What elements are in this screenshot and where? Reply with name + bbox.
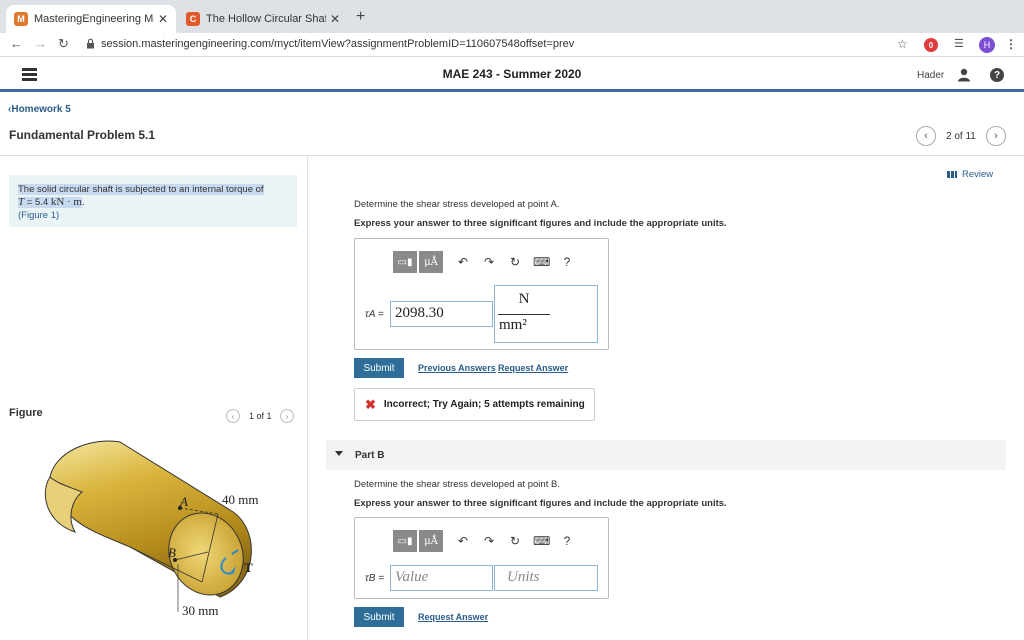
problem-title: Fundamental Problem 5.1 xyxy=(9,128,156,142)
new-tab-button[interactable]: + xyxy=(356,8,365,26)
browser-tab-hollow-shaft[interactable]: C The Hollow Circular Shaft Is Su ✕ xyxy=(178,5,348,33)
keyboard-icon[interactable]: ⌨ xyxy=(533,534,550,548)
adblock-icon[interactable]: 0 xyxy=(924,38,938,52)
reload-icon[interactable]: ↻ xyxy=(58,36,69,52)
back-link-label: Homework 5 xyxy=(11,104,71,115)
review-icon xyxy=(947,171,957,178)
toolbar-help-icon[interactable]: ? xyxy=(559,255,575,269)
header-divider xyxy=(0,155,1024,156)
previous-answers-link[interactable]: Previous Answers xyxy=(418,363,496,373)
undo-icon[interactable]: ↶ xyxy=(455,255,471,269)
problem-statement: The solid circular shaft is subjected to… xyxy=(9,175,297,227)
chegg-favicon-icon: C xyxy=(186,12,200,26)
part-b-question: Determine the shear stress developed at … xyxy=(354,479,560,490)
collapse-triangle-icon xyxy=(335,451,343,456)
prev-figure-button[interactable]: ‹ xyxy=(226,409,240,423)
part-a-toolbar: ▭▮ μÅ ↶ ↷ ↻ ⌨ ? xyxy=(393,251,603,273)
redo-icon[interactable]: ↷ xyxy=(481,255,497,269)
tab-title: The Hollow Circular Shaft Is Su xyxy=(206,13,326,25)
fraction-bar xyxy=(498,314,550,315)
part-b-header[interactable]: Part B xyxy=(326,440,1006,470)
problem-pager-text: 2 of 11 xyxy=(946,131,976,142)
point-a-label: A xyxy=(179,494,188,509)
homework-back-link[interactable]: ‹Homework 5 xyxy=(8,104,71,115)
user-name[interactable]: Hader xyxy=(917,70,944,81)
browser-menu-icon[interactable]: ⋮ xyxy=(1005,37,1017,51)
part-a-value-input[interactable]: 2098.30 xyxy=(390,301,493,327)
browser-tab-mastering[interactable]: M MasteringEngineering Masterin ✕ xyxy=(6,5,176,33)
part-a-request-answer-link[interactable]: Request Answer xyxy=(498,363,568,373)
course-title: MAE 243 - Summer 2020 xyxy=(442,67,582,81)
unit-denominator: mm² xyxy=(499,317,527,333)
torque-unit: kN · m xyxy=(50,196,82,208)
forward-arrow-icon[interactable]: → xyxy=(34,36,47,51)
part-a-variable-label: τA = xyxy=(365,309,384,320)
part-b-units-input[interactable]: Units xyxy=(494,565,598,591)
part-a-question: Determine the shear stress developed at … xyxy=(354,199,560,210)
url-input[interactable]: session.masteringengineering.com/myct/it… xyxy=(101,38,574,50)
profile-avatar[interactable]: H xyxy=(979,37,995,53)
part-a-units-input[interactable]: N mm² xyxy=(494,285,598,343)
app-header: MAE 243 - Summer 2020 Hader ? xyxy=(0,58,1024,92)
part-a-feedback: ✖ Incorrect; Try Again; 5 attempts remai… xyxy=(354,388,595,421)
reset-icon[interactable]: ↻ xyxy=(507,534,523,548)
part-a-instruction: Express your answer to three significant… xyxy=(354,218,727,229)
inner-dimension-label: 30 mm xyxy=(182,603,218,618)
close-tab-icon[interactable]: ✕ xyxy=(158,12,168,26)
symbols-button[interactable]: μÅ xyxy=(419,530,443,552)
bookmark-star-icon[interactable]: ☆ xyxy=(897,37,908,51)
point-b-label: B xyxy=(168,545,176,560)
shaft-body xyxy=(44,440,252,598)
review-label: Review xyxy=(962,169,994,180)
torque-label: T xyxy=(244,560,253,575)
symbols-button[interactable]: μÅ xyxy=(419,251,443,273)
next-problem-button[interactable]: › xyxy=(986,126,1006,146)
templates-icon[interactable]: ▭▮ xyxy=(393,530,417,552)
toolbar-help-icon[interactable]: ? xyxy=(559,534,575,548)
part-b-variable-label: τB = xyxy=(365,573,385,584)
figure-label: Figure xyxy=(9,407,43,419)
figure-link[interactable]: (Figure 1) xyxy=(18,210,59,221)
close-tab-icon[interactable]: ✕ xyxy=(330,12,340,26)
prev-problem-button[interactable]: ‹ xyxy=(916,126,936,146)
part-a-submit-button[interactable]: Submit xyxy=(354,358,404,378)
lock-icon xyxy=(87,38,94,49)
part-b-instruction: Express your answer to three significant… xyxy=(354,498,727,509)
back-arrow-icon[interactable]: ← xyxy=(10,36,23,51)
playlist-icon[interactable]: ☰ xyxy=(954,37,964,50)
tab-title: MasteringEngineering Masterin xyxy=(34,13,154,25)
part-a-answer-box: ▭▮ μÅ ↶ ↷ ↻ ⌨ ? τA = 2098.30 N mm² xyxy=(354,238,609,350)
part-b-submit-button[interactable]: Submit xyxy=(354,607,404,627)
help-icon[interactable]: ? xyxy=(990,68,1004,82)
part-b-toolbar: ▭▮ μÅ ↶ ↷ ↻ ⌨ ? xyxy=(393,530,603,552)
torque-value: = 5.4 xyxy=(24,197,51,208)
keyboard-icon[interactable]: ⌨ xyxy=(533,255,550,269)
undo-icon[interactable]: ↶ xyxy=(455,534,471,548)
redo-icon[interactable]: ↷ xyxy=(481,534,497,548)
reset-icon[interactable]: ↻ xyxy=(507,255,523,269)
browser-tab-bar: M MasteringEngineering Masterin ✕ C The … xyxy=(0,0,1024,33)
feedback-text: Incorrect; Try Again; 5 attempts remaini… xyxy=(383,399,585,410)
outer-dimension-label: 40 mm xyxy=(222,492,258,507)
part-b-answer-box: ▭▮ μÅ ↶ ↷ ↻ ⌨ ? τB = Value Units xyxy=(354,517,609,599)
user-icon[interactable] xyxy=(957,68,971,82)
review-link[interactable]: Review xyxy=(947,169,993,180)
mastering-favicon-icon: M xyxy=(14,12,28,26)
figure-count: 1 of 1 xyxy=(249,411,272,421)
part-b-request-answer-link[interactable]: Request Answer xyxy=(418,612,488,622)
templates-icon[interactable]: ▭▮ xyxy=(393,251,417,273)
address-bar: ← → ↻ session.masteringengineering.com/m… xyxy=(0,33,1024,57)
unit-numerator: N xyxy=(518,291,530,307)
panel-divider xyxy=(307,156,308,640)
next-figure-button[interactable]: › xyxy=(280,409,294,423)
incorrect-x-icon: ✖ xyxy=(365,396,376,412)
shaft-figure: A B 40 mm 30 mm T xyxy=(44,440,258,618)
part-b-title: Part B xyxy=(355,450,385,461)
part-b-value-input[interactable]: Value xyxy=(390,565,493,591)
problem-text: The solid circular shaft is subjected to… xyxy=(18,184,264,195)
